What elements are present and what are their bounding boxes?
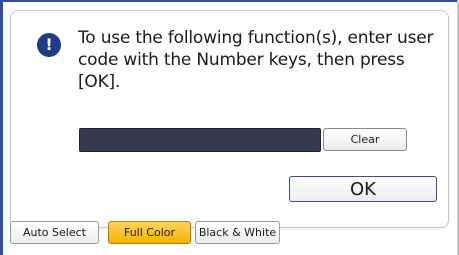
- full-color-button[interactable]: Full Color: [108, 221, 191, 244]
- screen-top-border: [0, 0, 459, 2]
- screen: ! To use the following function(s), ente…: [0, 0, 459, 255]
- clear-button[interactable]: Clear: [323, 128, 407, 151]
- exclamation-icon: !: [37, 33, 61, 57]
- black-and-white-button[interactable]: Black & White: [195, 221, 280, 244]
- screen-left-border: [0, 0, 3, 255]
- auto-select-button[interactable]: Auto Select: [10, 221, 99, 244]
- dialog-message: To use the following function(s), enter …: [78, 27, 443, 93]
- exclamation-glyph: !: [45, 35, 53, 54]
- user-code-input[interactable]: [79, 128, 321, 152]
- dialog-message-line-2: code with the Number keys, then press [O…: [78, 50, 405, 92]
- ok-button[interactable]: OK: [289, 176, 437, 202]
- dialog-message-line-1: To use the following function(s), enter …: [78, 28, 434, 48]
